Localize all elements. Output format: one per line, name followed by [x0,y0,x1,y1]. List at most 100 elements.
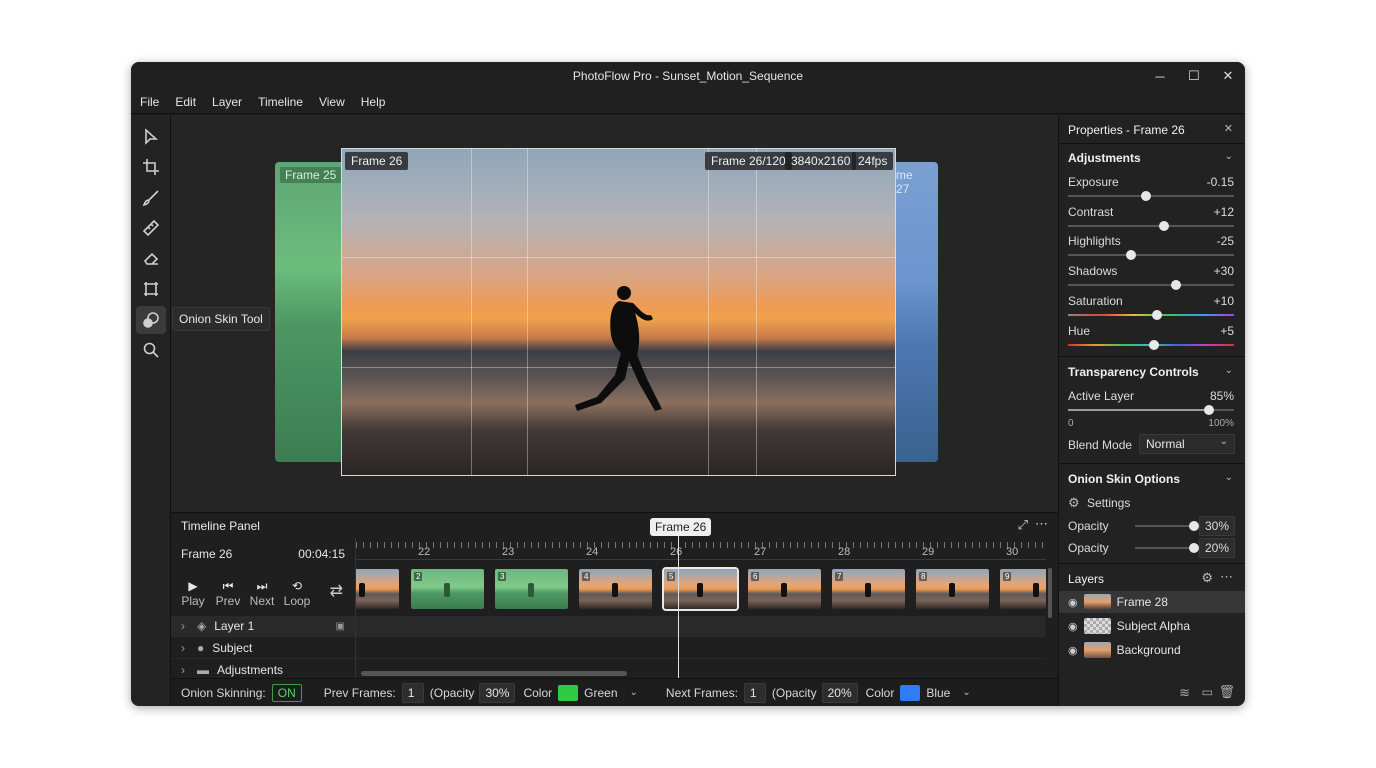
settings-label[interactable]: Settings [1087,496,1130,510]
onion-skin-tool[interactable] [136,306,166,334]
contrast-slider[interactable] [1068,221,1234,231]
brush-icon [142,190,159,207]
close-icon[interactable]: ✕ [1224,122,1233,135]
menu-edit[interactable]: Edit [175,95,196,109]
eye-icon[interactable]: ◉ [1068,620,1078,633]
next-frames-input[interactable]: 1 [743,682,766,703]
next-color-name[interactable]: Blue [926,686,950,700]
shadows-slider[interactable] [1068,280,1234,290]
prev-opacity-label: (Opacity [429,685,475,700]
minimize-button[interactable]: ─ [1143,62,1177,90]
layers-icon: ◈ [197,619,207,633]
menu-view[interactable]: View [319,95,345,109]
frame-thumb[interactable]: 3 [495,569,568,609]
onion-opacity-value[interactable]: 30% [1198,516,1235,536]
play-icon: ▶ [188,579,198,593]
chevron-down-icon[interactable]: ⌄ [1225,151,1233,162]
menu-file[interactable]: File [140,95,159,109]
frame-thumb[interactable]: 4 [579,569,652,609]
timeline-layer-row[interactable]: › ● Subject [171,638,1045,659]
repeat-icon[interactable]: ⇄ [330,581,343,601]
zoom-tool[interactable] [136,336,166,364]
layer-row[interactable]: ◉ Frame 28 [1059,591,1245,613]
chevron-down-icon[interactable]: ⌄ [1225,472,1233,483]
blend-mode-select[interactable]: Normal ⌄ [1139,434,1235,454]
active-layer-slider[interactable] [1068,405,1234,415]
adjustments-title[interactable]: Adjustments [1068,151,1141,165]
menu-layer[interactable]: Layer [212,95,242,109]
onion-options-title[interactable]: Onion Skin Options [1068,472,1180,486]
expand-icon[interactable]: ⤢ [1018,517,1028,533]
frame-thumb[interactable]: 2 [411,569,484,609]
canvas-area[interactable]: Frame 25 me 27 Frame 26 Frame 26/120 384… [171,115,1058,572]
frame-thumb-selected[interactable]: 5 [662,567,739,611]
next-color-swatch[interactable] [900,684,921,701]
eye-icon[interactable]: ◉ [1068,596,1078,609]
layer-row[interactable]: ◉ Background [1059,639,1245,661]
transparency-title[interactable]: Transparency Controls [1068,365,1199,379]
frame-thumb[interactable]: 7 [832,569,905,609]
onion-skin-bar: Onion Skinning: ON Prev Frames: 1 (Opaci… [171,678,1058,706]
close-button[interactable]: ✕ [1211,62,1245,90]
prev-frames-input[interactable]: 1 [401,682,424,703]
more-icon[interactable]: ⋯ [1035,516,1048,532]
menu-help[interactable]: Help [361,95,386,109]
more-icon[interactable]: ⋯ [1220,569,1233,585]
timeline-layer-row[interactable]: › ◈ Layer 1 ▣ [171,616,1045,637]
onion-opacity-slider[interactable] [1135,543,1199,553]
timeline-ruler[interactable]: 22 23 24 26 27 28 29 30 [356,538,1046,560]
prev-color-swatch[interactable] [558,684,579,701]
hue-label: Hue [1068,324,1091,338]
tooltip: Onion Skin Tool [172,307,270,331]
next-button[interactable]: ⏭ Next [244,578,280,608]
frame-thumb[interactable] [356,569,399,609]
ruler-tool[interactable] [136,214,166,242]
current-frame-image[interactable]: Frame 26 Frame 26/120 3840x2160 24fps [341,148,896,476]
folder-icon: ▬ [197,663,209,677]
resolution-label: 3840x2160 [785,152,857,170]
brush-tool[interactable] [136,184,166,212]
contrast-label: Contrast [1068,205,1114,219]
loop-button[interactable]: ⟲ Loop [279,578,315,608]
menu-timeline[interactable]: Timeline [258,95,303,109]
transform-tool[interactable] [136,275,166,303]
gear-icon[interactable]: ⚙ [1068,495,1080,511]
hue-slider[interactable] [1068,340,1234,350]
new-layer-icon[interactable]: ▭ [1202,685,1213,699]
frame-thumb[interactable]: 6 [748,569,821,609]
next-frame-label: me 27 [896,168,913,196]
chevron-down-icon[interactable]: ⌄ [1225,365,1233,376]
gear-icon[interactable]: ⚙ [1201,570,1213,586]
trash-icon[interactable]: 🗑 [1218,684,1235,700]
select-tool[interactable] [136,123,166,151]
highlights-slider[interactable] [1068,250,1234,260]
timeline-vscroll[interactable] [1048,568,1052,618]
layer-row[interactable]: ◉ Subject Alpha [1059,615,1245,637]
chevron-down-icon[interactable]: ⌄ [962,687,970,698]
timeline-hscroll[interactable] [361,671,627,676]
layer-name: Background [1116,643,1181,657]
eye-icon[interactable]: ◉ [1068,644,1078,657]
next-color-label: Color [865,685,895,700]
crop-tool[interactable] [136,153,166,181]
timeline-panel: Timeline Panel ⤢ ⋯ Frame 26 00:04:15 ▶ P… [171,512,1058,681]
prev-button[interactable]: ⏮ Prev [210,578,246,608]
layers-stack-icon[interactable]: ≋ [1179,685,1190,701]
play-button[interactable]: ▶ Play [175,578,211,608]
saturation-slider[interactable] [1068,310,1234,320]
maximize-button[interactable]: ☐ [1177,62,1211,90]
prev-frames-label: Prev Frames: [323,685,396,700]
exposure-slider[interactable] [1068,191,1234,201]
chevron-down-icon[interactable]: ⌄ [630,687,638,698]
frame-strip: 2 3 4 5 6 7 8 9 [356,566,1046,614]
next-opacity-input[interactable]: 20% [821,682,858,703]
prev-opacity-input[interactable]: 30% [479,682,516,703]
onion-opacity-slider[interactable] [1135,521,1199,531]
onion-toggle[interactable]: ON [271,683,302,702]
frame-thumb[interactable]: 9 [1000,569,1046,609]
onion-opacity-value[interactable]: 20% [1198,538,1235,558]
eraser-tool[interactable] [136,244,166,272]
frame-thumb[interactable]: 8 [916,569,989,609]
prev-color-name[interactable]: Green [584,686,617,700]
playhead[interactable] [678,535,679,678]
